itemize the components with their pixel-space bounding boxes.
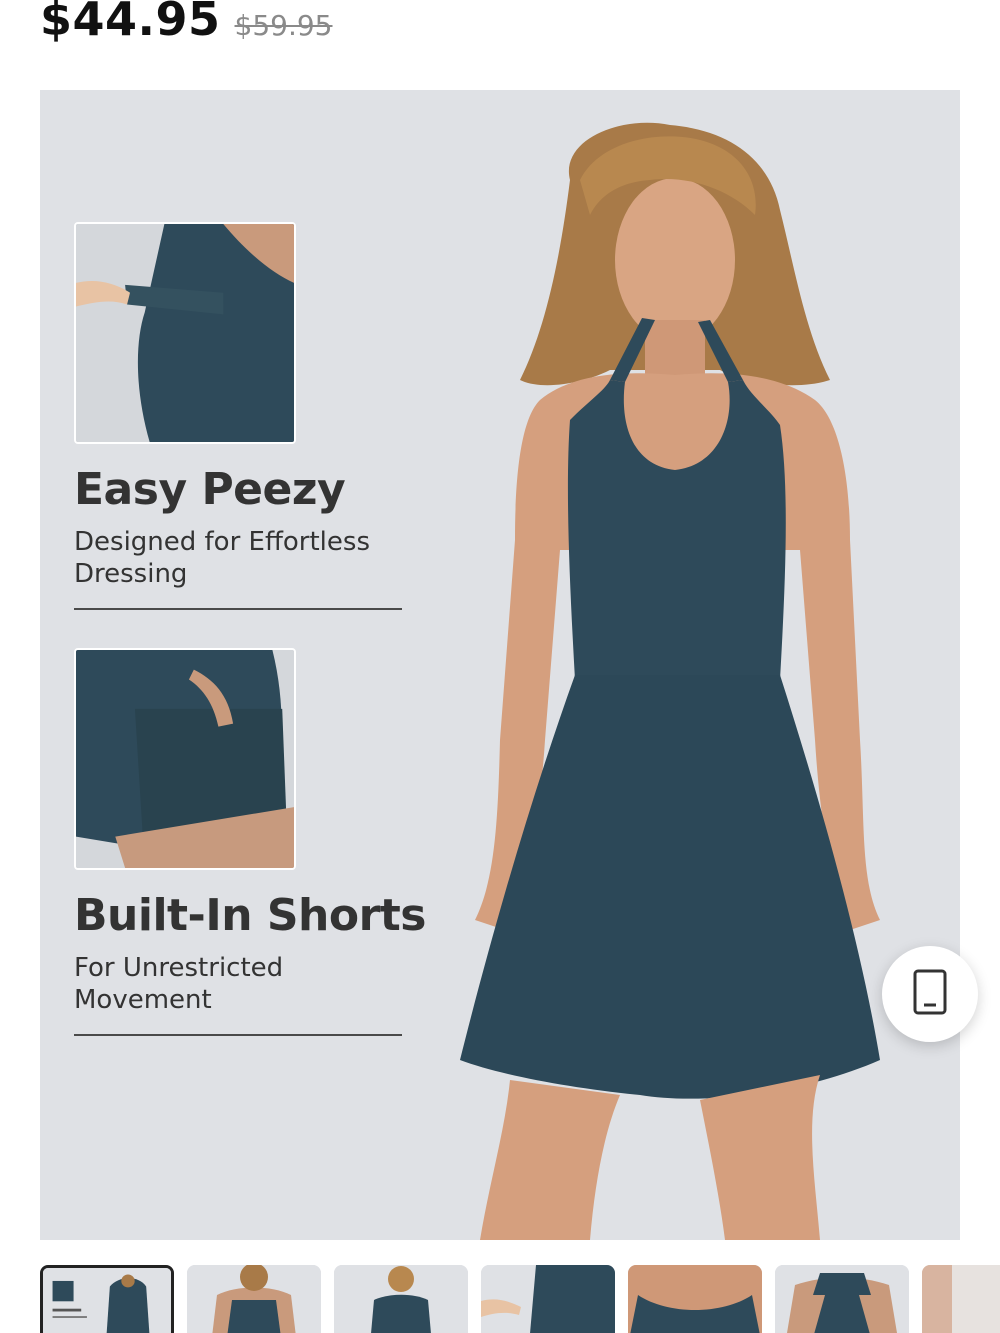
phone-button[interactable] [882,946,978,1042]
feature-image-easy-peezy [74,222,296,444]
original-price: $59.95 [234,9,333,42]
feature-title-built-in-shorts: Built-In Shorts [74,890,427,941]
thumbnail-7[interactable] [922,1265,1000,1333]
model-image [460,122,880,1240]
feature-subtitle-built-in-shorts: For Unrestricted Movement [74,953,284,1015]
feature-subtitle-easy-peezy: Designed for Effortless Dressing [74,527,370,589]
feature-title-easy-peezy: Easy Peezy [74,464,346,515]
thumbnail-2[interactable] [187,1265,321,1333]
feature-divider [74,608,402,610]
phone-icon [912,969,948,1020]
current-price: $44.95 [40,0,221,46]
thumbnail-6[interactable] [775,1265,909,1333]
thumbnail-1[interactable] [40,1265,174,1333]
price-row: $44.95 $59.95 [40,0,333,48]
feature-divider [74,1034,402,1036]
thumbnail-strip [40,1265,1000,1333]
thumbnail-5[interactable] [628,1265,762,1333]
feature-image-built-in-shorts [74,648,296,870]
thumbnail-3[interactable] [334,1265,468,1333]
thumbnail-4[interactable] [481,1265,615,1333]
product-main-image[interactable]: Easy Peezy Designed for Effortless Dress… [40,90,960,1240]
